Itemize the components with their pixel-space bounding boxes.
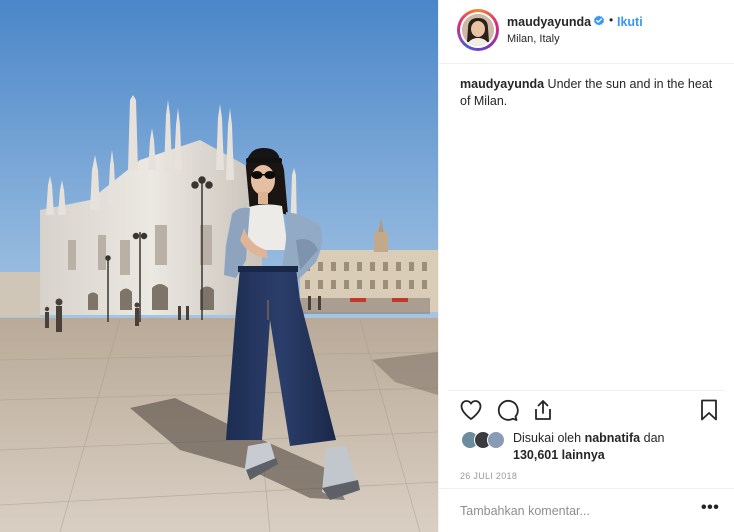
likes-text: Disukai oleh nabnatifa dan 130,601 lainn… [513, 430, 728, 464]
verified-badge-icon [594, 15, 604, 26]
more-options-button[interactable]: ••• [701, 499, 719, 517]
post-header: maudyayunda • Ikuti Milan, Italy [439, 0, 734, 64]
likes-conjunction: dan [643, 431, 665, 445]
header-username[interactable]: maudyayunda [507, 15, 591, 29]
like-button[interactable] [459, 398, 483, 422]
location-link[interactable]: Milan, Italy [507, 33, 560, 45]
post-caption: maudyayunda Under the sun and in the hea… [460, 76, 722, 110]
actions-divider [449, 390, 725, 391]
avatar-image [462, 14, 494, 46]
follow-button[interactable]: Ikuti [617, 15, 643, 29]
save-button[interactable] [697, 398, 721, 422]
avatar[interactable] [460, 12, 496, 48]
liker-avatar [487, 431, 505, 449]
likes-summary: Disukai oleh nabnatifa dan 130,601 lainn… [461, 430, 731, 464]
bookmark-icon [701, 399, 717, 421]
comment-icon [497, 400, 519, 421]
comment-bar: ••• [439, 488, 734, 532]
comment-button[interactable] [495, 398, 519, 422]
post-date[interactable]: 26 JULI 2018 [460, 471, 517, 481]
post-photo[interactable] [0, 0, 438, 532]
header-separator-dot: • [609, 13, 614, 27]
likes-prefix: Disukai oleh [513, 431, 582, 445]
liker-avatars[interactable] [461, 431, 511, 449]
post-side-panel: maudyayunda • Ikuti Milan, Italy maudyay… [438, 0, 734, 532]
post-photo-scene [0, 0, 438, 532]
liker-username[interactable]: nabnatifa [585, 431, 641, 445]
heart-icon [460, 400, 482, 420]
share-icon [535, 400, 551, 420]
share-button[interactable] [531, 398, 555, 422]
caption-username[interactable]: maudyayunda [460, 77, 544, 91]
action-bar [439, 398, 734, 424]
comment-input[interactable] [460, 501, 690, 521]
likes-count[interactable]: 130,601 lainnya [513, 448, 605, 462]
avatar-story-ring[interactable] [457, 9, 499, 51]
